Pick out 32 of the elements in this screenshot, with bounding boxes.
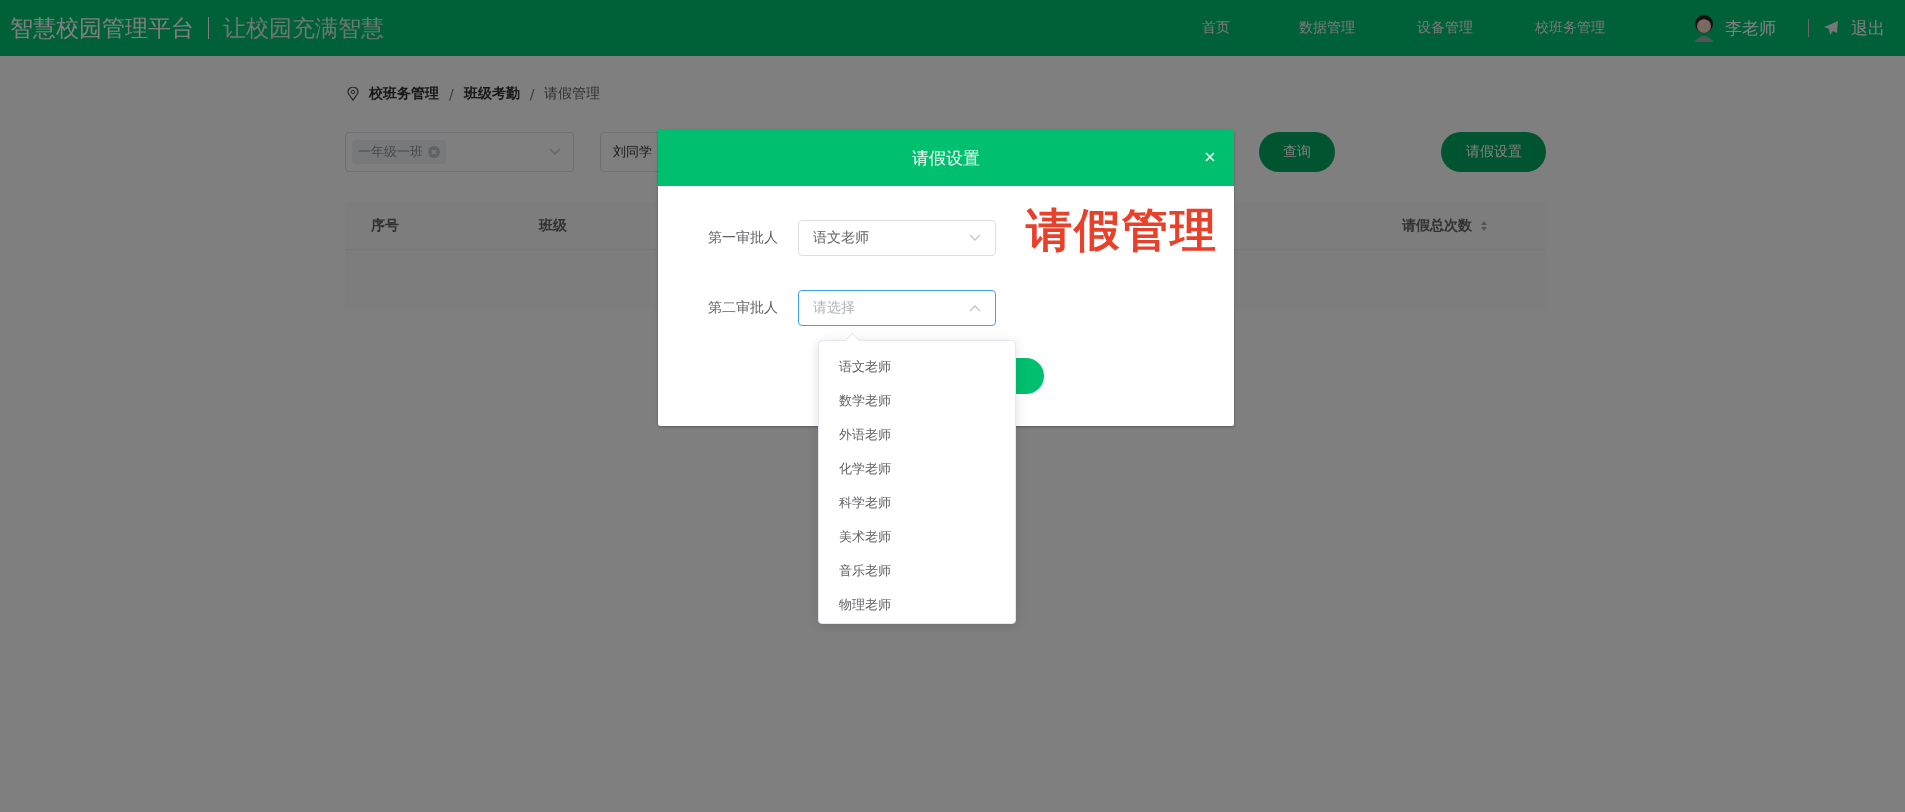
dropdown-option[interactable]: 音乐老师: [819, 557, 1015, 585]
column-header: 班级: [539, 216, 567, 235]
search-button[interactable]: 查询: [1259, 132, 1335, 172]
dropdown-option[interactable]: 化学老师: [819, 455, 1015, 483]
app-slogan: 让校园充满智慧: [223, 13, 384, 43]
dropdown-option[interactable]: 外语老师: [819, 421, 1015, 449]
dropdown-option[interactable]: 语文老师: [819, 353, 1015, 381]
column-header: 请假总次数: [1402, 216, 1488, 235]
breadcrumb-link[interactable]: 班级考勤: [463, 85, 520, 103]
approver-select[interactable]: 语文老师: [798, 220, 996, 256]
dropdown-option[interactable]: 美术老师: [819, 523, 1015, 551]
sort-icon[interactable]: [1480, 219, 1488, 232]
clear-icon[interactable]: [428, 146, 440, 158]
chevron-up-icon: [969, 304, 981, 312]
avatar-icon: [1691, 14, 1717, 42]
dropdown-option[interactable]: 数学老师: [819, 387, 1015, 415]
breadcrumb-separator: /: [449, 86, 454, 102]
column-header: 序号: [371, 216, 399, 235]
annotation-text: 请假管理: [1026, 202, 1218, 259]
send-icon[interactable]: [1823, 20, 1839, 36]
dropdown-option[interactable]: 物理老师: [819, 591, 1015, 619]
field-label: 第二审批人: [707, 299, 779, 317]
breadcrumb-separator: /: [529, 86, 535, 102]
chevron-down-icon: [969, 234, 981, 242]
chevron-down-icon: [549, 148, 561, 156]
field-label: 第一审批人: [707, 229, 779, 247]
location-icon: [347, 87, 359, 101]
leave-settings-button[interactable]: 请假设置: [1441, 132, 1546, 172]
dropdown-option[interactable]: 科学老师: [819, 489, 1015, 517]
dialog-title: 请假设置: [912, 146, 980, 170]
app-title: 智慧校园管理平台: [10, 13, 194, 43]
breadcrumb-link[interactable]: 校班务管理: [369, 85, 439, 103]
